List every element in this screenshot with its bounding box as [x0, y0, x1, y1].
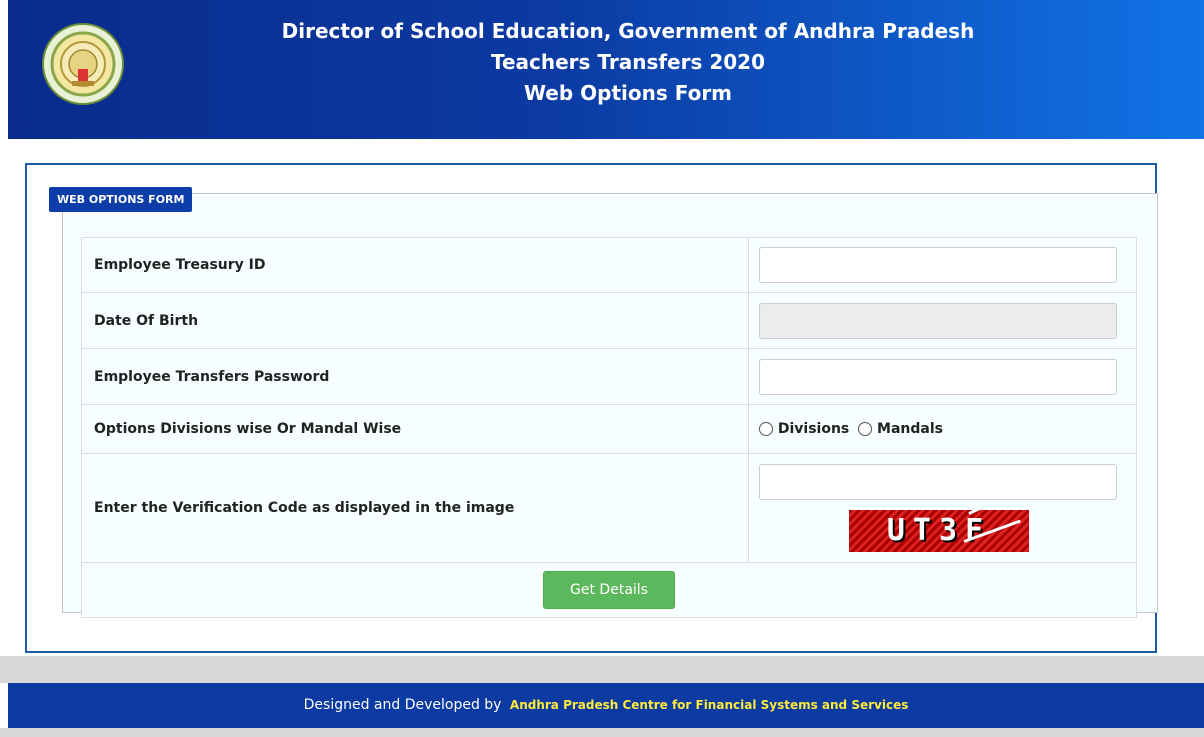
captcha-image: UT3F	[849, 510, 1029, 552]
table-row-password: Employee Transfers Password	[81, 348, 1137, 405]
page-bottom-band	[0, 728, 1204, 737]
header-title-event: Teachers Transfers 2020	[490, 50, 766, 74]
table-row-dob: Date Of Birth	[81, 292, 1137, 349]
captcha-input[interactable]	[759, 464, 1117, 500]
page-left-margin	[0, 0, 8, 737]
captcha-code-text: UT3F	[886, 513, 992, 548]
password-input[interactable]	[759, 358, 1117, 395]
options-type-label: Options Divisions wise Or Mandal Wise	[81, 404, 749, 454]
footer-separator	[0, 656, 1204, 683]
table-row-captcha: Enter the Verification Code as displayed…	[81, 453, 1137, 563]
table-row-submit: Get Details	[81, 562, 1137, 618]
password-label: Employee Transfers Password	[81, 348, 749, 405]
mandals-radio[interactable]	[858, 422, 873, 436]
get-details-button[interactable]: Get Details	[543, 571, 675, 609]
header-title-department: Director of School Education, Government…	[281, 19, 975, 43]
mandals-radio-label[interactable]: Mandals	[877, 421, 943, 437]
footer-credit-prefix: Designed and Developed by	[303, 697, 502, 713]
table-row-options-type: Options Divisions wise Or Mandal Wise Di…	[81, 404, 1137, 454]
page-footer: Designed and Developed by Andhra Pradesh…	[8, 683, 1204, 728]
state-emblem-icon	[42, 23, 124, 105]
web-options-table: Employee Treasury ID Date Of Birth Emplo…	[81, 237, 1137, 618]
header-title-form: Web Options Form	[523, 81, 733, 105]
page-header: Director of School Education, Government…	[8, 0, 1204, 139]
header-titles: Director of School Education, Government…	[188, 16, 1068, 109]
divisions-radio-label[interactable]: Divisions	[778, 421, 849, 437]
captcha-label: Enter the Verification Code as displayed…	[81, 453, 749, 563]
treasury-id-label: Employee Treasury ID	[81, 237, 749, 293]
form-legend: WEB OPTIONS FORM	[49, 187, 193, 212]
table-row-treasury-id: Employee Treasury ID	[81, 237, 1137, 293]
dob-label: Date Of Birth	[81, 292, 749, 349]
treasury-id-input[interactable]	[759, 247, 1117, 283]
footer-organisation: Andhra Pradesh Centre for Financial Syst…	[509, 698, 909, 712]
dob-input	[759, 302, 1117, 339]
divisions-radio[interactable]	[759, 422, 773, 436]
